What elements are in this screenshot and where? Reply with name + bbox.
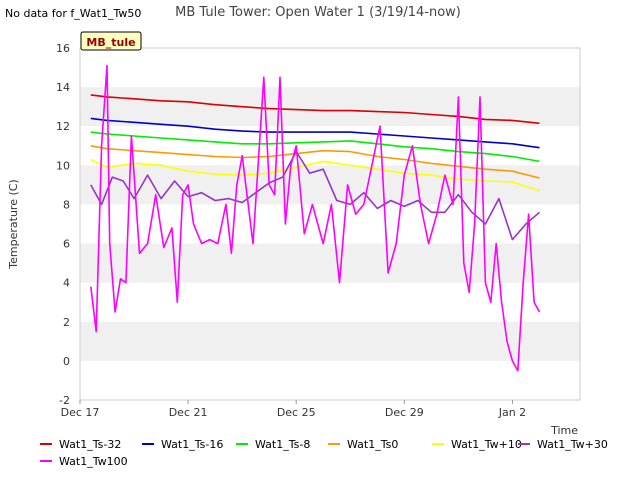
y-tick-label: 4 (63, 277, 70, 290)
legend-label: Wat1_Ts-16 (161, 438, 223, 451)
site-badge-label: MB_tule (86, 36, 135, 49)
legend-label: Wat1_Tw100 (59, 455, 128, 468)
chart-title: MB Tule Tower: Open Water 1 (3/19/14-now… (175, 5, 461, 20)
x-tick-label: Dec 21 (169, 406, 208, 419)
y-ticks: -20246810121416 (56, 42, 70, 407)
legend-item: Wat1_Ts0 (328, 438, 398, 451)
site-badge: MB_tule (80, 31, 142, 51)
x-tick-label: Dec 17 (61, 406, 100, 419)
legend: Wat1_Ts-32 Wat1_Ts-16 Wat1_Ts-8 Wat1_Ts0 Wat… (40, 438, 608, 468)
legend-item: Wat1_Tw+10 (432, 438, 522, 451)
legend-label: Wat1_Ts-8 (255, 438, 310, 451)
y-tick-label: 8 (63, 198, 70, 211)
x-ticks: Dec 17 Dec 21 Dec 25 Dec 29 Jan 2 (61, 400, 526, 419)
legend-label: Wat1_Tw+30 (537, 438, 608, 451)
chart: MB Tule Tower: Open Water 1 (3/19/14-now… (7, 5, 608, 468)
y-tick-label: 6 (63, 238, 70, 251)
legend-item: Wat1_Ts-8 (236, 438, 310, 451)
legend-item: Wat1_Tw+30 (518, 438, 608, 451)
grid-band (80, 243, 580, 283)
x-axis-label: Time (550, 424, 578, 437)
background-bands (80, 87, 580, 361)
y-tick-label: 2 (63, 316, 70, 329)
legend-label: Wat1_Tw+10 (451, 438, 522, 451)
y-tick-label: 14 (56, 81, 70, 94)
x-tick-label: Jan 2 (498, 406, 526, 419)
y-tick-label: 0 (63, 355, 70, 368)
legend-item: Wat1_Ts-32 (40, 438, 121, 451)
x-tick-label: Dec 25 (277, 406, 316, 419)
y-tick-label: 10 (56, 159, 70, 172)
x-tick-label: Dec 29 (385, 406, 424, 419)
y-axis-label: Temperature (C) (7, 179, 20, 269)
legend-label: Wat1_Ts-32 (59, 438, 121, 451)
series-line-wat1-ts-8 (90, 131, 540, 163)
y-tick-label: 12 (56, 120, 70, 133)
legend-item: Wat1_Tw100 (40, 455, 128, 468)
legend-item: Wat1_Ts-16 (142, 438, 223, 451)
legend-label: Wat1_Ts0 (347, 438, 398, 451)
y-tick-label: 16 (56, 42, 70, 55)
